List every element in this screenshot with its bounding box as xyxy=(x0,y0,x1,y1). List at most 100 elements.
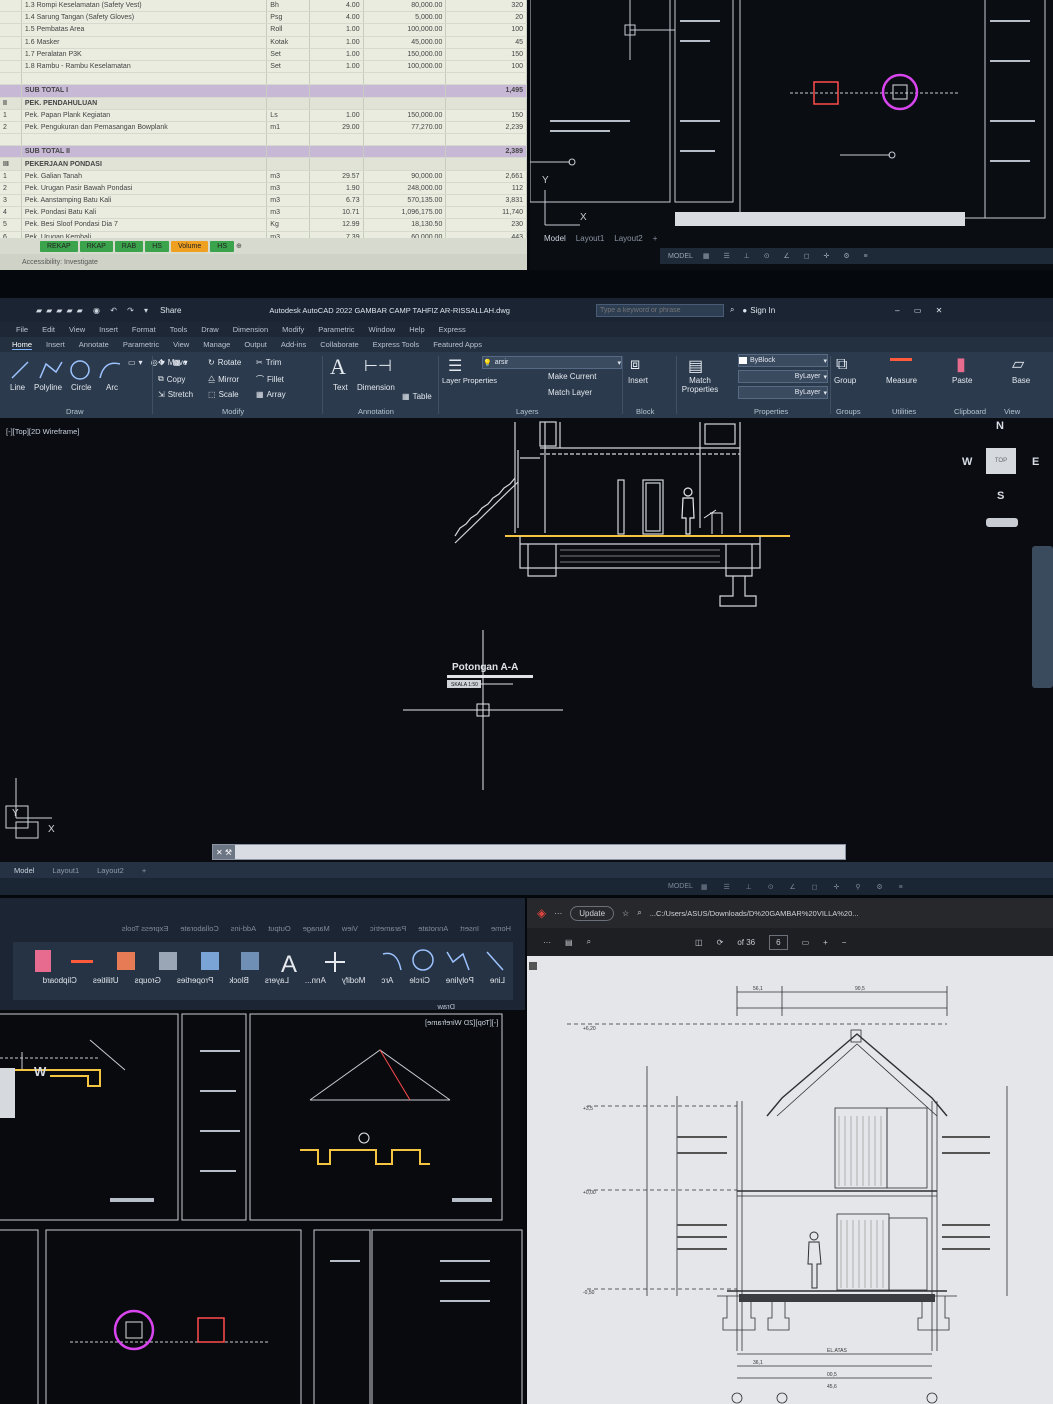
compass-east[interactable]: E xyxy=(1032,456,1039,468)
cell-no[interactable] xyxy=(0,36,22,49)
update-button[interactable]: Update xyxy=(570,905,615,921)
array-tool[interactable]: ▦ Array xyxy=(256,390,286,399)
cell-qty[interactable]: 4.00 xyxy=(309,0,364,13)
tab-layout2[interactable]: Layout2 xyxy=(614,234,642,243)
base-tool[interactable]: Base xyxy=(1012,376,1030,385)
cell-qty[interactable]: 10.71 xyxy=(309,206,364,220)
cell-description[interactable]: Pek. Pengukuran dan Pemasangan Bowplank xyxy=(21,121,268,135)
share-button[interactable]: Share xyxy=(160,306,181,315)
paste-tool[interactable]: Paste xyxy=(952,376,972,385)
add-layout-icon[interactable]: + xyxy=(653,234,658,243)
dimension-icon[interactable]: ⊢⊣ xyxy=(364,356,392,376)
fit-icon[interactable]: ◫ xyxy=(695,938,703,947)
group-icon[interactable]: ⧉ xyxy=(836,356,847,374)
lineweight-dropdown[interactable]: ByLayer ▾ xyxy=(738,386,828,399)
url-field[interactable]: ...C:/Users/ASUS/Downloads/D%20GAMBAR%20… xyxy=(650,909,940,918)
stretch-tool[interactable]: ⇲ Stretch xyxy=(158,390,193,399)
cell-unit[interactable]: m3 xyxy=(266,194,311,208)
measure-tool[interactable]: Measure xyxy=(886,376,917,385)
panel-block[interactable]: Block xyxy=(636,407,654,416)
ribbon-tab[interactable]: Insert xyxy=(46,340,65,349)
cell-qty[interactable]: 1.90 xyxy=(309,182,364,196)
sheet-tab[interactable]: REKAP xyxy=(40,240,78,252)
sheet-tab[interactable]: HS xyxy=(145,240,169,252)
zoom-out-icon[interactable]: − xyxy=(842,938,847,947)
cell-price[interactable]: 100,000.00 xyxy=(363,60,447,74)
cell-no[interactable] xyxy=(0,145,22,159)
find-icon[interactable]: ⌕ xyxy=(587,937,591,947)
cell-description[interactable]: 1.3 Rompi Keselamatan (Safety Vest) xyxy=(21,0,268,13)
cell-description[interactable]: 1.6 Masker xyxy=(21,36,268,49)
cell-no[interactable]: 5 xyxy=(0,218,22,232)
match-layer-tool[interactable]: Match Layer xyxy=(548,388,592,397)
cell-no[interactable]: 3 xyxy=(0,194,22,208)
model-space-button[interactable]: MODEL xyxy=(668,883,693,890)
cell-description[interactable]: PEKERJAAN PONDASI xyxy=(21,157,268,171)
cell-unit[interactable]: Psg xyxy=(266,11,311,25)
layer-properties-icon[interactable]: ☰ xyxy=(448,356,462,376)
insert-icon[interactable]: ⧈ xyxy=(630,356,640,374)
cell-price[interactable]: 80,000.00 xyxy=(363,0,447,13)
trim-tool[interactable]: ✂ Trim xyxy=(256,358,281,367)
panel-annotation[interactable]: Annotation xyxy=(358,407,394,416)
cell-price[interactable]: 248,000.00 xyxy=(363,182,447,196)
cell-total[interactable] xyxy=(445,157,527,171)
table-row[interactable]: SUB TOTAL II 2,389 xyxy=(0,145,527,159)
menu-item[interactable]: Help xyxy=(409,325,424,334)
cell-unit[interactable]: m3 xyxy=(266,182,311,196)
table-tool[interactable]: ▦ Table xyxy=(402,392,432,401)
tab-layout1[interactable]: Layout1 xyxy=(52,866,79,875)
menu-item[interactable]: Format xyxy=(132,325,156,334)
rotate-tool[interactable]: ↻ Rotate xyxy=(208,358,241,367)
ribbon-tab[interactable]: Annotate xyxy=(79,340,109,349)
cell-no[interactable]: 1 xyxy=(0,170,22,183)
tab-layout2[interactable]: Layout2 xyxy=(97,866,124,875)
cell-unit[interactable]: m1 xyxy=(266,121,311,135)
cell-description[interactable] xyxy=(21,72,268,86)
cell-no[interactable]: 1 xyxy=(0,109,22,122)
panel-groups[interactable]: Groups xyxy=(836,407,861,416)
table-row[interactable]: 1 Pek. Papan Plank Kegiatan Ls 1.00 150,000.… xyxy=(0,109,527,122)
menu-item[interactable]: Express xyxy=(439,325,466,334)
sheet-tab[interactable]: RAB xyxy=(114,240,144,252)
cell-price[interactable] xyxy=(363,145,447,159)
cell-qty[interactable]: 1.00 xyxy=(309,48,364,61)
table-row[interactable]: 1.7 Peralatan P3K Set 1.00 150,000.00 150 xyxy=(0,48,527,61)
cell-unit[interactable]: m3 xyxy=(266,170,311,183)
model-space-button[interactable]: MODEL xyxy=(668,253,693,260)
color-dropdown[interactable]: ByBlock ▾ xyxy=(738,354,828,367)
cell-total[interactable]: 150 xyxy=(445,48,527,61)
cell-total[interactable]: 2,661 xyxy=(445,170,527,183)
table-row[interactable]: III PEKERJAAN PONDASI xyxy=(0,157,527,171)
user-icon[interactable]: ● xyxy=(742,306,747,315)
ribbon-tab[interactable]: Add-ins xyxy=(281,340,306,349)
cell-description[interactable]: Pek. Papan Plank Kegiatan xyxy=(21,109,268,122)
scale-tool[interactable]: ⬚ Scale xyxy=(208,390,239,399)
cell-no[interactable]: III xyxy=(0,157,22,171)
cell-unit[interactable] xyxy=(266,72,311,86)
cell-total[interactable]: 11,740 xyxy=(445,206,527,220)
base-icon[interactable]: ▱ xyxy=(1012,354,1024,374)
panel-view[interactable]: View xyxy=(1004,407,1020,416)
menu-item[interactable]: Insert xyxy=(99,325,118,334)
cell-unit[interactable]: m3 xyxy=(266,206,311,220)
dimension-tool[interactable]: Dimension xyxy=(357,383,395,392)
cell-qty[interactable]: 1.00 xyxy=(309,23,364,37)
table-row[interactable] xyxy=(0,72,527,86)
cell-unit[interactable] xyxy=(266,84,311,98)
cell-total[interactable]: 3,831 xyxy=(445,194,527,208)
cell-no[interactable] xyxy=(0,60,22,74)
cell-qty[interactable]: 29.57 xyxy=(309,170,364,183)
cell-price[interactable]: 45,000.00 xyxy=(363,36,447,49)
ribbon-tab[interactable]: Collaborate xyxy=(320,340,358,349)
cell-qty[interactable]: 6.73 xyxy=(309,194,364,208)
cell-description[interactable]: Pek. Galian Tanah xyxy=(21,170,268,183)
panel-clipboard[interactable]: Clipboard xyxy=(954,407,986,416)
cell-description[interactable]: Pek. Aanstamping Batu Kali xyxy=(21,194,268,208)
compass-south[interactable]: S xyxy=(997,490,1004,502)
edge-browser-icon[interactable]: ◈ xyxy=(537,906,546,920)
measure-icon[interactable] xyxy=(890,358,912,361)
cell-qty[interactable]: 29.00 xyxy=(309,121,364,135)
cell-price[interactable] xyxy=(363,72,447,86)
cell-total[interactable]: 2,239 xyxy=(445,121,527,135)
